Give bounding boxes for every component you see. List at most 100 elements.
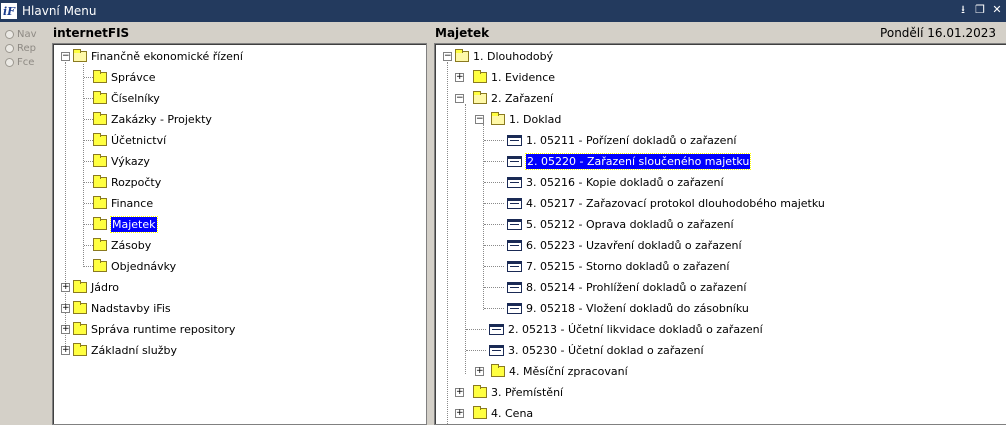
tree-label: Zásoby bbox=[111, 239, 152, 252]
tree-node-ucetnictvi[interactable]: Účetnictví bbox=[93, 130, 166, 151]
tree-node-dlouhodoby[interactable]: − 1. Dlouhodobý bbox=[443, 46, 553, 67]
tree-node-ciselniky[interactable]: Číselníky bbox=[93, 88, 160, 109]
tree-label: 5. 05212 - Oprava dokladů o zařazení bbox=[526, 218, 734, 231]
window-title: Hlavní Menu bbox=[22, 4, 97, 18]
tree-label: Správa runtime repository bbox=[91, 323, 236, 336]
tree-label: 2. 05213 - Účetní likvidace dokladů o za… bbox=[508, 323, 763, 336]
tree-node-objednavky[interactable]: Objednávky bbox=[93, 256, 176, 277]
tree-node-vykazy[interactable]: Výkazy bbox=[93, 151, 150, 172]
form-icon bbox=[507, 198, 522, 209]
tree-label: Výkazy bbox=[111, 155, 150, 168]
close-icon[interactable]: ✕ bbox=[990, 3, 1004, 17]
tree-item-05211[interactable]: 1. 05211 - Pořízení dokladů o zařazení bbox=[507, 130, 736, 151]
form-icon bbox=[507, 303, 522, 314]
window-controls: ⭳ ❐ ✕ bbox=[956, 3, 1004, 17]
folder-icon bbox=[93, 70, 107, 83]
tree-node-evidence[interactable]: +1. Evidence bbox=[455, 67, 555, 88]
tree-label-selected: Majetek bbox=[110, 216, 158, 233]
tree-node-majetek[interactable]: Majetek bbox=[93, 214, 158, 235]
form-icon bbox=[489, 345, 504, 356]
tree-label: 2. Zařazení bbox=[491, 92, 554, 105]
expand-icon[interactable]: + bbox=[61, 346, 70, 355]
tree-node-zakladni-sluzby[interactable]: + Základní služby bbox=[61, 340, 177, 361]
form-icon bbox=[507, 156, 522, 167]
expand-icon[interactable]: + bbox=[61, 325, 70, 334]
tree-item-05215[interactable]: 7. 05215 - Storno dokladů o zařazení bbox=[507, 256, 729, 277]
tree-label: Účetnictví bbox=[111, 134, 167, 147]
collapse-icon[interactable]: − bbox=[455, 94, 464, 103]
radio-rep[interactable]: Rep bbox=[5, 41, 47, 55]
form-icon bbox=[507, 261, 522, 272]
collapse-icon[interactable]: − bbox=[443, 52, 452, 61]
tree-item-05218[interactable]: 9. 05218 - Vložení dokladů do zásobníku bbox=[507, 298, 749, 319]
form-icon bbox=[489, 324, 504, 335]
collapse-icon[interactable]: − bbox=[475, 115, 484, 124]
form-icon bbox=[507, 282, 522, 293]
tree-node-cena[interactable]: +4. Cena bbox=[455, 403, 533, 424]
tree-label: 4. Měsíční zpracovaní bbox=[509, 365, 628, 378]
folder-open-icon bbox=[73, 49, 87, 62]
right-tree[interactable]: − 1. Dlouhodobý +1. Evidence − 2. Zařazení… bbox=[434, 43, 1006, 425]
tree-label: 1. Evidence bbox=[491, 71, 556, 84]
folder-icon bbox=[93, 238, 107, 251]
tree-node-root[interactable]: − Finančně ekonomické řízení bbox=[61, 46, 243, 67]
radio-fce[interactable]: Fce bbox=[5, 55, 47, 69]
tree-label: 9. 05218 - Vložení dokladů do zásobníku bbox=[526, 302, 749, 315]
expand-icon[interactable]: + bbox=[455, 388, 464, 397]
tree-item-05213[interactable]: 2. 05213 - Účetní likvidace dokladů o za… bbox=[489, 319, 763, 340]
expand-icon[interactable]: + bbox=[475, 367, 484, 376]
collapse-icon[interactable]: − bbox=[61, 52, 70, 61]
tree-node-mesicni[interactable]: +4. Měsíční zpracovaní bbox=[475, 361, 628, 382]
tree-item-05220[interactable]: 2. 05220 - Zařazení sloučeného majetku bbox=[507, 151, 752, 172]
tree-node-zakazky[interactable]: Zakázky - Projekty bbox=[93, 109, 212, 130]
expand-icon[interactable]: + bbox=[455, 73, 464, 82]
radio-nav[interactable]: Nav bbox=[5, 27, 47, 41]
minimize-icon[interactable]: ⭳ bbox=[956, 3, 970, 17]
tree-node-jadro[interactable]: + Jádro bbox=[61, 277, 119, 298]
tree-item-05217[interactable]: 4. 05217 - Zařazovací protokol dlouhodob… bbox=[507, 193, 825, 214]
left-tree[interactable]: − Finančně ekonomické řízení Správce Čís… bbox=[52, 43, 427, 425]
tree-node-zasoby[interactable]: Zásoby bbox=[93, 235, 151, 256]
form-icon bbox=[507, 135, 522, 146]
tree-node-nadstavby[interactable]: + Nadstavby iFis bbox=[61, 298, 171, 319]
radio-dot-icon bbox=[5, 29, 14, 39]
folder-open-icon bbox=[473, 91, 487, 104]
folder-icon bbox=[93, 196, 107, 209]
expand-icon[interactable]: + bbox=[61, 304, 70, 313]
tree-node-zarazeni[interactable]: − 2. Zařazení bbox=[455, 88, 553, 109]
folder-icon bbox=[93, 175, 107, 188]
tree-node-doklad[interactable]: − 1. Doklad bbox=[475, 109, 561, 130]
folder-icon bbox=[93, 112, 107, 125]
folder-icon bbox=[73, 322, 87, 335]
folder-icon bbox=[93, 259, 107, 272]
folder-icon bbox=[73, 280, 87, 293]
expand-icon[interactable]: + bbox=[61, 283, 70, 292]
tree-item-05230[interactable]: 3. 05230 - Účetní doklad o zařazení bbox=[489, 340, 704, 361]
app-logo-icon: iF bbox=[1, 3, 17, 19]
folder-icon bbox=[93, 217, 107, 230]
expand-icon[interactable]: + bbox=[455, 409, 464, 418]
mode-radio-group: Nav Rep Fce bbox=[5, 27, 47, 69]
tree-label: 6. 05223 - Uzavření dokladů o zařazení bbox=[526, 239, 742, 252]
folder-icon bbox=[473, 406, 487, 419]
tree-item-05223[interactable]: 6. 05223 - Uzavření dokladů o zařazení bbox=[507, 235, 742, 256]
restore-icon[interactable]: ❐ bbox=[973, 3, 987, 17]
tree-label: Zakázky - Projekty bbox=[111, 113, 212, 126]
tree-label: Rozpočty bbox=[111, 176, 162, 189]
tree-item-05212[interactable]: 5. 05212 - Oprava dokladů o zařazení bbox=[507, 214, 734, 235]
tree-item-05214[interactable]: 8. 05214 - Prohlížení dokladů o zařazení bbox=[507, 277, 746, 298]
right-panel-title: Majetek bbox=[435, 26, 490, 40]
folder-icon bbox=[93, 133, 107, 146]
tree-node-rozpocty[interactable]: Rozpočty bbox=[93, 172, 161, 193]
tree-node-spravce[interactable]: Správce bbox=[93, 67, 156, 88]
tree-label: 1. Doklad bbox=[509, 113, 562, 126]
folder-icon bbox=[491, 364, 505, 377]
tree-item-05216[interactable]: 3. 05216 - Kopie dokladů o zařazení bbox=[507, 172, 724, 193]
tree-label: Finančně ekonomické řízení bbox=[91, 50, 243, 63]
form-icon bbox=[507, 240, 522, 251]
tree-node-finance[interactable]: Finance bbox=[93, 193, 153, 214]
folder-icon bbox=[473, 70, 487, 83]
tree-node-premisteni[interactable]: +3. Přemístění bbox=[455, 382, 563, 403]
tree-label: 3. 05230 - Účetní doklad o zařazení bbox=[508, 344, 704, 357]
tree-node-sprava-runtime[interactable]: + Správa runtime repository bbox=[61, 319, 235, 340]
